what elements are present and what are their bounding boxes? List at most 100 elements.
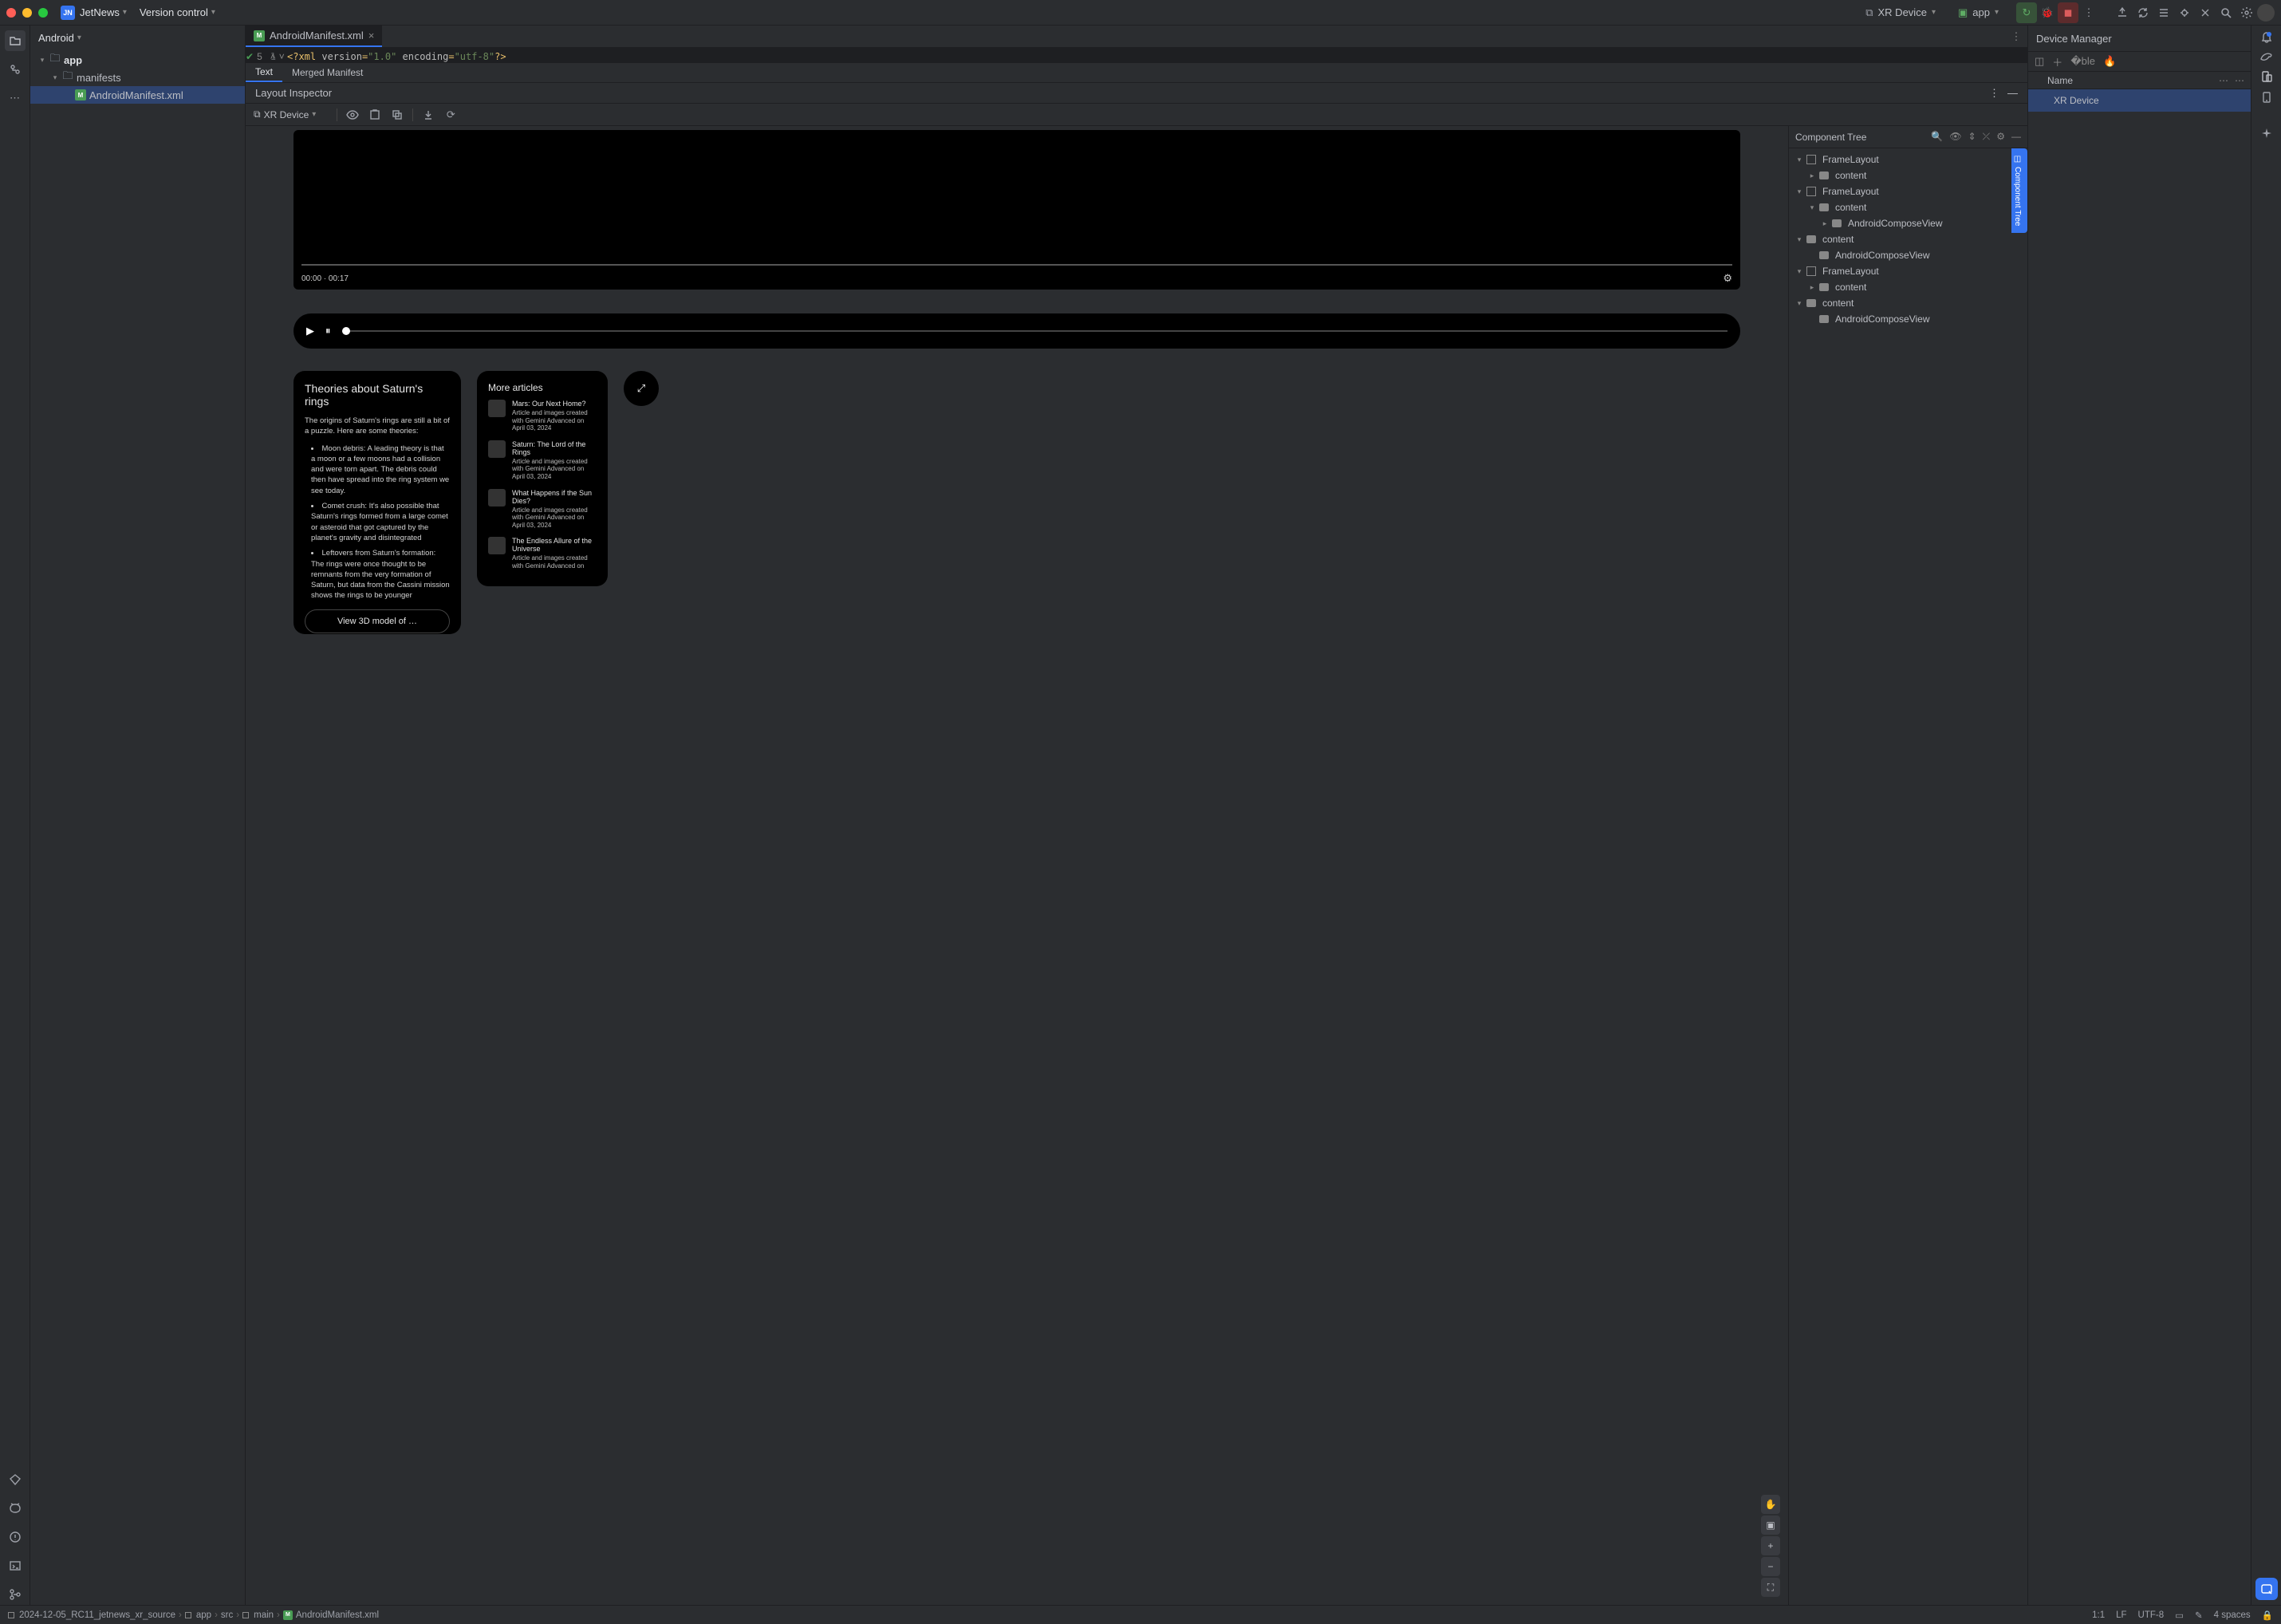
subtab-merged[interactable]: Merged Manifest — [282, 63, 372, 82]
dm-fire-icon[interactable]: 🔥 — [2103, 55, 2116, 68]
run-config-selector[interactable]: ▣ app ▾ — [1953, 6, 2016, 19]
device-row[interactable]: XR Device — [2028, 89, 2251, 112]
dm-wifi-icon[interactable]: �ble — [2070, 55, 2095, 68]
article-item[interactable]: What Happens if the Sun Dies?Article and… — [488, 489, 597, 530]
sync-icon[interactable] — [2133, 2, 2153, 23]
zoom-fit-button[interactable]: ⛶ — [1761, 1578, 1780, 1597]
logcat-icon[interactable] — [5, 1498, 26, 1519]
minimize-icon[interactable]: — — [2007, 87, 2018, 100]
component-tree-row[interactable]: ▸content — [1789, 168, 2027, 183]
more-tools-icon[interactable]: ⋯ — [5, 88, 26, 108]
live-updates-icon[interactable] — [345, 108, 360, 122]
side-tab-component-tree[interactable]: ◫Component Tree — [2011, 148, 2027, 233]
component-tree-row[interactable]: AndroidComposeView — [1789, 311, 2027, 327]
breadcrumb[interactable]: 2024-12-05_RC11_jetnews_xr_source › app … — [8, 1610, 379, 1620]
project-name[interactable]: JetNews — [80, 6, 120, 18]
component-tree-row[interactable]: ▾content — [1789, 199, 2027, 215]
expand-fab[interactable]: ⤢ — [624, 371, 659, 406]
export-icon[interactable] — [421, 108, 435, 122]
subtab-text[interactable]: Text — [246, 63, 282, 82]
view-3d-button[interactable]: View 3D model of … — [305, 609, 450, 633]
gemini-spark-icon[interactable] — [2260, 128, 2273, 140]
dm-col-more[interactable]: ⋯ — [2219, 75, 2228, 86]
indent-config[interactable]: 4 spaces — [2214, 1610, 2251, 1620]
project-panel-title[interactable]: Android — [38, 32, 74, 44]
search-icon[interactable] — [2216, 2, 2236, 23]
component-tree-row[interactable]: ▾FrameLayout — [1789, 152, 2027, 168]
profiler-icon[interactable] — [2174, 2, 2195, 23]
dm-col-more[interactable]: ⋯ — [2235, 75, 2244, 86]
video-settings-icon[interactable]: ⚙ — [1723, 272, 1732, 285]
dm-col-name[interactable]: Name — [2047, 75, 2073, 86]
zoom-out-button[interactable]: − — [1761, 1557, 1780, 1576]
preview-audio-player[interactable]: ▶ ⏸ — [293, 313, 1740, 349]
readonly-icon[interactable]: ▭ — [2175, 1610, 2184, 1621]
expand-all-icon[interactable]: ⇕ — [1968, 131, 1976, 143]
preview-card-theories[interactable]: Theories about Saturn's rings The origin… — [293, 371, 461, 634]
gradle-icon[interactable] — [2259, 51, 2274, 62]
collapse-all-icon[interactable]: ⤫ — [1983, 131, 1991, 143]
refresh-icon[interactable]: ⟳ — [443, 108, 458, 122]
inspection-icon[interactable]: ✎ — [2195, 1610, 2203, 1621]
window-controls[interactable] — [6, 8, 48, 18]
running-devices-tool-icon[interactable] — [2260, 91, 2273, 104]
terminal-icon[interactable] — [5, 1555, 26, 1576]
component-tree-row[interactable]: ▾FrameLayout — [1789, 263, 2027, 279]
inspector-device-selector[interactable]: ⧉XR Device▾ — [254, 108, 329, 120]
layers-button[interactable]: ▣ — [1761, 1516, 1780, 1535]
tree-node-manifest-xml[interactable]: M AndroidManifest.xml — [30, 86, 245, 104]
dm-add-icon[interactable]: ＋ — [2052, 54, 2062, 69]
dm-filter-icon[interactable]: ◫ — [2035, 55, 2044, 68]
component-tree-row[interactable]: ▸AndroidComposeView — [1789, 215, 2027, 231]
search-icon[interactable]: 🔍 — [1931, 131, 1943, 143]
caret-position[interactable]: 1:1 — [2092, 1610, 2105, 1620]
project-tool-icon[interactable] — [5, 30, 26, 51]
problems-icon[interactable] — [5, 1527, 26, 1547]
rerun-button[interactable]: ↻ — [2016, 2, 2037, 23]
preview-card-more-articles[interactable]: More articles Mars: Our Next Home?Articl… — [477, 371, 608, 586]
panel-options-icon[interactable]: ⋮ — [1989, 87, 1999, 100]
component-tree-row[interactable]: ▾FrameLayout — [1789, 183, 2027, 199]
visibility-icon[interactable]: 👁 — [1949, 131, 1961, 143]
article-item[interactable]: Mars: Our Next Home?Article and images c… — [488, 400, 597, 432]
tree-node-manifests[interactable]: ▾ 🗀 manifests — [30, 69, 245, 86]
gemini-button[interactable] — [2255, 1578, 2278, 1600]
vcs-tool-icon[interactable] — [5, 1584, 26, 1605]
line-separator[interactable]: LF — [2116, 1610, 2126, 1620]
running-devices-icon[interactable] — [2153, 2, 2174, 23]
pause-icon[interactable]: ⏸ — [325, 325, 331, 337]
account-avatar[interactable] — [2257, 4, 2275, 22]
component-tree-row[interactable]: ▸content — [1789, 279, 2027, 295]
video-scrubber[interactable] — [301, 264, 1732, 266]
editor-tabs-more-icon[interactable]: ⋮ — [2005, 26, 2027, 47]
device-manager-tool-icon[interactable] — [2260, 70, 2273, 83]
notifications-icon[interactable] — [2260, 30, 2273, 43]
preview-video-player[interactable]: 00:00 · 00:17 ⚙ — [293, 130, 1740, 290]
minimize-icon[interactable]: — — [2011, 131, 2021, 143]
component-tree-row[interactable]: ▾content — [1789, 295, 2027, 311]
zoom-in-button[interactable]: + — [1761, 1536, 1780, 1555]
app-quality-icon[interactable] — [2195, 2, 2216, 23]
component-tree-row[interactable]: ▾content — [1789, 231, 2027, 247]
more-actions-icon[interactable]: ⋮ — [2078, 2, 2099, 23]
audio-scrubber[interactable] — [342, 330, 1728, 332]
overlay-icon[interactable] — [390, 108, 404, 122]
debug-button[interactable]: 🐞 — [2037, 2, 2058, 23]
device-selector[interactable]: ⧉ XR Device ▾ — [1861, 6, 1953, 19]
snapshot-icon[interactable] — [368, 108, 382, 122]
close-tab-icon[interactable]: × — [368, 30, 375, 41]
file-encoding[interactable]: UTF-8 — [2138, 1610, 2165, 1620]
update-icon[interactable] — [2112, 2, 2133, 23]
editor-tab[interactable]: M AndroidManifest.xml × — [246, 26, 382, 47]
play-icon[interactable]: ▶ — [306, 325, 314, 337]
pan-button[interactable]: ✋ — [1761, 1495, 1780, 1514]
gems-icon[interactable] — [5, 1469, 26, 1490]
article-item[interactable]: Saturn: The Lord of the RingsArticle and… — [488, 440, 597, 481]
stop-button[interactable]: ◼ — [2058, 2, 2078, 23]
editor-problems[interactable]: ✔5 ˄˅ — [246, 51, 2021, 62]
tree-node-app[interactable]: ▾ 🗀 app — [30, 51, 245, 69]
settings-icon[interactable]: ⚙ — [1996, 131, 2005, 143]
resource-manager-icon[interactable] — [5, 59, 26, 80]
vcs-menu[interactable]: Version control — [140, 6, 208, 18]
component-tree-row[interactable]: AndroidComposeView — [1789, 247, 2027, 263]
